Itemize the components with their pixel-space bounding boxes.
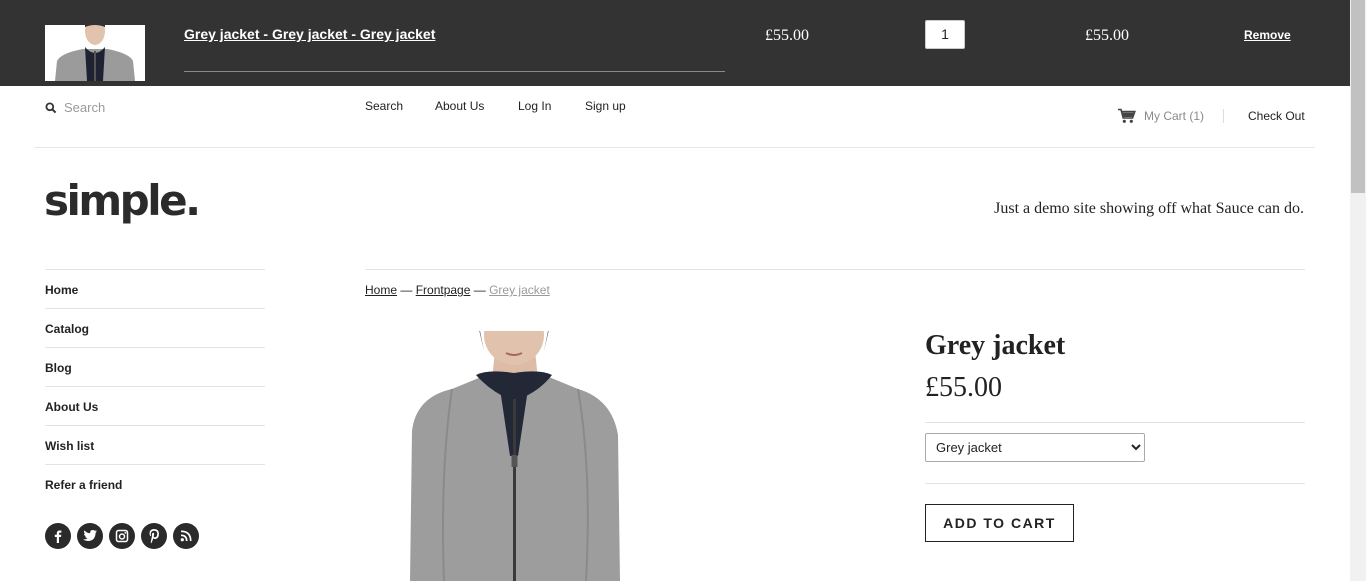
product-info-divider xyxy=(925,483,1305,484)
scrollbar-thumb[interactable] xyxy=(1351,0,1365,193)
facebook-icon[interactable] xyxy=(45,523,71,549)
sidebar-item-home[interactable]: Home xyxy=(45,269,265,308)
sidebar-item-catalog[interactable]: Catalog xyxy=(45,308,265,347)
cart-icon[interactable] xyxy=(1118,108,1136,129)
cart-item-thumbnail[interactable] xyxy=(45,25,145,81)
nav-sign-up-link[interactable]: Sign up xyxy=(585,99,626,113)
sidebar-item-about-us[interactable]: About Us xyxy=(45,386,265,425)
sidebar-item-wish-list[interactable]: Wish list xyxy=(45,425,265,464)
rss-icon[interactable] xyxy=(173,523,199,549)
nav-log-in-link[interactable]: Log In xyxy=(518,99,551,113)
cart-item-price: £55.00 xyxy=(765,27,809,44)
search-input[interactable] xyxy=(64,97,284,117)
sidebar-item-blog[interactable]: Blog xyxy=(45,347,265,386)
breadcrumb-separator: — xyxy=(400,283,413,297)
breadcrumb-separator: — xyxy=(473,283,486,297)
instagram-icon[interactable] xyxy=(109,523,135,549)
header-divider xyxy=(34,147,1315,148)
product-info-divider xyxy=(925,422,1305,423)
product-title: Grey jacket xyxy=(925,330,1066,361)
product-price: £55.00 xyxy=(925,372,1002,403)
cart-item-name-link[interactable]: Grey jacket - Grey jacket - Grey jacket xyxy=(184,26,435,42)
check-out-link[interactable]: Check Out xyxy=(1248,109,1305,123)
cart-remove-link[interactable]: Remove xyxy=(1244,28,1291,42)
sidebar-item-refer-a-friend[interactable]: Refer a friend xyxy=(45,464,265,503)
cart-quantity-input[interactable]: 1 xyxy=(925,20,965,49)
site-tagline: Just a demo site showing off what Sauce … xyxy=(994,200,1304,217)
my-cart-link[interactable]: My Cart (1) xyxy=(1144,109,1204,123)
utility-divider xyxy=(1223,109,1224,123)
breadcrumb-frontpage-link[interactable]: Frontpage xyxy=(416,283,471,297)
breadcrumb-home-link[interactable]: Home xyxy=(365,283,397,297)
product-image[interactable] xyxy=(400,331,640,581)
twitter-icon[interactable] xyxy=(77,523,103,549)
social-links xyxy=(45,523,199,549)
breadcrumb-current-page[interactable]: Grey jacket xyxy=(489,283,550,297)
nav-about-us-link[interactable]: About Us xyxy=(435,99,484,113)
breadcrumb-divider xyxy=(365,269,1305,270)
variant-select[interactable]: Grey jacket xyxy=(925,433,1145,462)
search-icon xyxy=(45,101,57,119)
sidebar-nav: Home Catalog Blog About Us Wish list Ref… xyxy=(45,269,265,503)
cart-item-divider xyxy=(184,71,725,72)
site-logo[interactable]: simple. xyxy=(44,176,201,225)
nav-search-link[interactable]: Search xyxy=(365,99,403,113)
cart-line-total: £55.00 xyxy=(1085,27,1129,44)
cart-bar: Grey jacket - Grey jacket - Grey jacket … xyxy=(0,0,1350,86)
breadcrumb: Home — Frontpage — Grey jacket xyxy=(365,283,550,297)
pinterest-icon[interactable] xyxy=(141,523,167,549)
add-to-cart-button[interactable]: ADD TO CART xyxy=(925,504,1074,542)
